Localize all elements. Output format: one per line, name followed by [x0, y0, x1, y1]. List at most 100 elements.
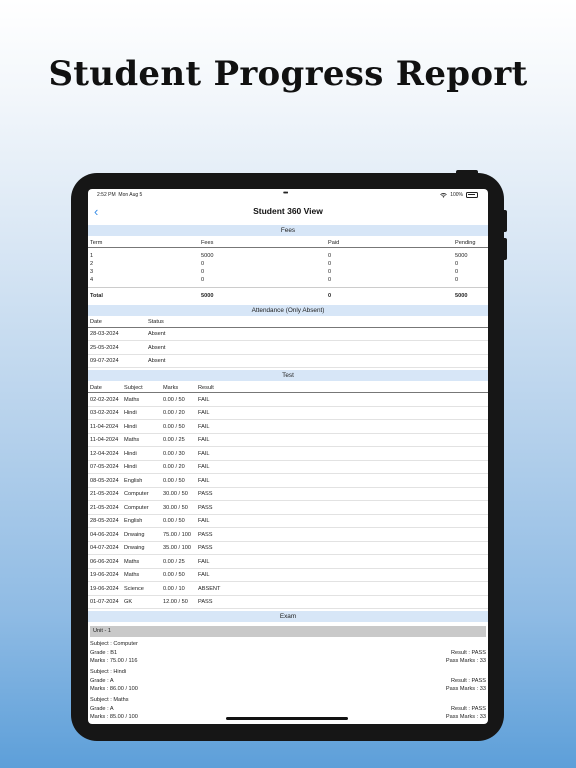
test-row: 11-04-2024 Hindi 0.00 / 50 FAIL — [88, 420, 488, 434]
test-cell-marks: 30.00 / 50 — [163, 504, 188, 511]
test-cell-marks: 0.00 / 25 — [163, 437, 185, 444]
fees-cell-fees: 0 — [201, 268, 205, 275]
test-cell-marks: 75.00 / 100 — [163, 531, 191, 538]
test-cell-date: 21-05-2024 — [90, 504, 119, 511]
test-cell-result: PASS — [198, 504, 213, 511]
headline: Student Progress Report — [48, 54, 528, 94]
test-cell-marks: 35.00 / 100 — [163, 545, 191, 552]
test-cell-date: 28-05-2024 — [90, 518, 119, 525]
test-cell-result: PASS — [198, 531, 213, 538]
nav-title: Student 360 View — [253, 206, 323, 216]
test-cell-subject: Science — [124, 585, 144, 592]
fees-total-row: Total 5000 0 5000 — [88, 286, 488, 303]
exam-grade: Grade : B1 — [90, 649, 118, 656]
test-cell-marks: 12.00 / 50 — [163, 599, 188, 606]
test-cell-marks: 0.00 / 10 — [163, 585, 185, 592]
test-cell-date: 04-07-2024 — [90, 545, 119, 552]
test-cell-result: PASS — [198, 545, 213, 552]
battery-icon — [466, 192, 478, 198]
test-cell-result: ABSENT — [198, 585, 221, 592]
test-row: 04-06-2024 Drwaing 75.00 / 100 PASS — [88, 528, 488, 542]
test-cell-subject: Maths — [124, 437, 140, 444]
test-cell-subject: Hindi — [124, 410, 137, 417]
test-cell-result: FAIL — [198, 410, 210, 417]
test-cell-subject: Hindi — [124, 423, 137, 430]
test-cell-date: 02-02-2024 — [90, 396, 119, 403]
test-cell-date: 19-06-2024 — [90, 572, 119, 579]
test-cell-subject: Maths — [124, 572, 140, 579]
attendance-table-header: Date Status — [88, 316, 488, 328]
battery-percent: 100% — [450, 192, 463, 198]
fees-cell-fees: 0 — [201, 260, 205, 267]
exam-item: Subject : Computer Grade : B1 Marks : 75.0… — [88, 641, 488, 669]
test-row: 19-06-2024 Maths 0.00 / 50 FAIL — [88, 569, 488, 583]
test-cell-date: 03-02-2024 — [90, 410, 119, 417]
test-row: 06-06-2024 Maths 0.00 / 25 FAIL — [88, 555, 488, 569]
exam-result: Result : PASS — [450, 649, 486, 656]
test-cell-marks: 30.00 / 50 — [163, 491, 188, 498]
test-cell-result: FAIL — [198, 423, 210, 430]
exam-grade: Grade : A — [90, 705, 114, 712]
status-bar: 2:52 PM Mon Aug 5 ••• 100% — [88, 189, 488, 201]
test-row: 07-05-2024 Hindi 0.00 / 20 FAIL — [88, 461, 488, 475]
test-cell-marks: 0.00 / 50 — [163, 518, 185, 525]
exam-marks: Marks : 85.00 / 100 — [90, 714, 138, 721]
exam-pass-marks: Pass Marks : 33 — [445, 714, 486, 721]
attendance-row: 09-07-2024 Absent — [88, 355, 488, 369]
test-cell-marks: 0.00 / 25 — [163, 558, 185, 565]
test-cell-marks: 0.00 / 20 — [163, 464, 185, 471]
exam-pass-marks: Pass Marks : 33 — [445, 686, 486, 693]
test-cell-date: 01-07-2024 — [90, 599, 119, 606]
test-cell-result: FAIL — [198, 558, 210, 565]
test-row: 03-02-2024 Hindi 0.00 / 20 FAIL — [88, 407, 488, 421]
test-section-header: Test — [88, 370, 488, 382]
test-cell-date: 12-04-2024 — [90, 450, 119, 457]
nav-bar: ‹ Student 360 View — [88, 201, 488, 221]
col-pending: Pending — [455, 239, 476, 246]
test-row: 21-05-2024 Computer 30.00 / 50 PASS — [88, 488, 488, 502]
multitask-dots-icon[interactable]: ••• — [283, 190, 288, 197]
attendance-section-header: Attendance (Only Absent) — [88, 304, 488, 316]
exam-grade: Grade : A — [90, 677, 114, 684]
attendance-date: 28-03-2024 — [90, 331, 119, 338]
fees-cell-term: 4 — [90, 277, 94, 284]
test-cell-date: 19-06-2024 — [90, 585, 119, 592]
home-indicator[interactable] — [226, 717, 348, 720]
fees-cell-paid: 0 — [328, 252, 332, 259]
test-row: 08-05-2024 English 0.00 / 50 FAIL — [88, 474, 488, 488]
col-paid: Paid — [328, 239, 340, 246]
fees-cell-fees: 5000 — [201, 252, 214, 259]
test-cell-result: PASS — [198, 599, 213, 606]
test-cell-subject: Maths — [124, 558, 140, 565]
test-cell-marks: 0.00 / 50 — [163, 572, 185, 579]
exam-subject: Subject : Maths — [90, 697, 129, 704]
fees-section-header: Fees — [88, 225, 488, 236]
status-time: 2:52 PM Mon Aug 5 — [97, 192, 143, 198]
exam-marks: Marks : 86.00 / 100 — [90, 686, 138, 693]
test-cell-marks: 0.00 / 20 — [163, 410, 185, 417]
test-row: 21-05-2024 Computer 30.00 / 50 PASS — [88, 501, 488, 515]
test-row: 12-04-2024 Hindi 0.00 / 30 FAIL — [88, 447, 488, 461]
fees-cell-term: 3 — [90, 268, 94, 275]
scroll-content[interactable]: Fees Term Fees Paid Pending 1 5000 0 5000 2 0… — [88, 223, 488, 724]
test-cell-result: FAIL — [198, 396, 210, 403]
exam-subject: Subject : Computer — [90, 641, 138, 648]
fees-table-header: Term Fees Paid Pending — [88, 236, 488, 248]
test-cell-subject: Computer — [124, 491, 149, 498]
test-cell-marks: 0.00 / 30 — [163, 450, 185, 457]
test-cell-subject: Maths — [124, 396, 140, 403]
test-row: 02-02-2024 Maths 0.00 / 50 FAIL — [88, 393, 488, 407]
fees-cell-paid: 0 — [328, 277, 332, 284]
test-table-header: Date Subject Marks Result — [88, 381, 488, 394]
fees-cell-pending: 0 — [455, 260, 459, 267]
test-row: 01-07-2024 GK 12.00 / 50 PASS — [88, 596, 488, 610]
test-cell-result: FAIL — [198, 572, 210, 579]
fees-cell-paid: 0 — [328, 260, 332, 267]
app-screen: 2:52 PM Mon Aug 5 ••• 100% ‹ Student 360… — [88, 189, 488, 724]
test-cell-result: FAIL — [198, 477, 210, 484]
test-cell-result: FAIL — [198, 437, 210, 444]
fees-row: 2000 — [88, 259, 488, 267]
attendance-date: 09-07-2024 — [90, 358, 119, 365]
exam-section-header: Exam — [88, 611, 488, 623]
test-row: 19-06-2024 Science 0.00 / 10 ABSENT — [88, 582, 488, 596]
